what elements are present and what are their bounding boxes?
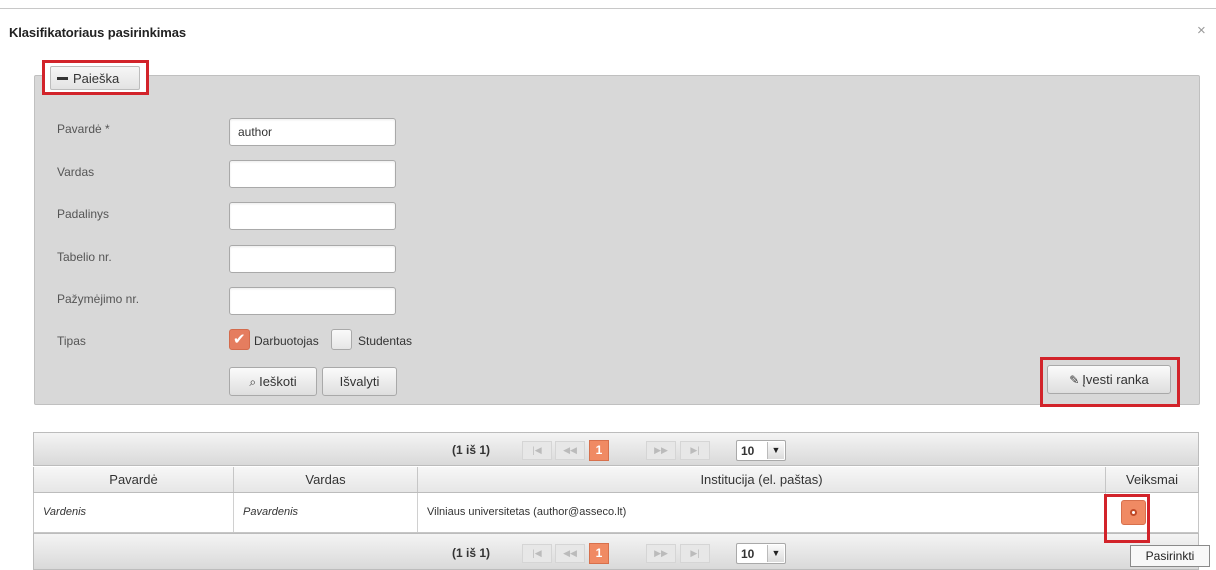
column-actions: Veiksmai — [1125, 472, 1179, 487]
chevron-down-icon: ▼ — [767, 545, 784, 562]
student-checkbox-label[interactable]: Studentas — [358, 334, 412, 348]
dialog-title: Klasifikatoriaus pasirinkimas — [9, 25, 187, 40]
rows-per-page-select-bottom[interactable]: 10 ▼ — [736, 543, 786, 564]
department-label: Padalinys — [57, 207, 110, 221]
search-legend-highlight: Paieška — [42, 60, 149, 95]
close-icon[interactable]: × — [1197, 23, 1206, 38]
rows-per-page-value-bottom: 10 — [741, 547, 755, 561]
rows-per-page-select[interactable]: 10 ▼ — [736, 440, 786, 461]
current-page-button-bottom[interactable]: 1 — [589, 543, 609, 564]
table-header: Pavardė Vardas Institucija (el. paštas) … — [33, 467, 1199, 493]
next-page-button[interactable]: ▶▶ — [646, 441, 676, 460]
pager-summary: (1 iš 1) — [452, 443, 491, 457]
pager-bottom: (1 iš 1) |◀ ◀◀ 1 ▶▶ ▶| 10 ▼ — [33, 533, 1199, 570]
first-page-button-bottom[interactable]: |◀ — [522, 544, 552, 563]
employee-number-input[interactable] — [229, 245, 396, 273]
manual-entry-button[interactable]: ✎ Įvesti ranka — [1047, 365, 1171, 394]
pencil-icon: ✎ — [1069, 373, 1080, 387]
first-page-button[interactable]: |◀ — [522, 441, 552, 460]
collapse-minus-icon — [57, 77, 68, 80]
column-name[interactable]: Vardas — [234, 467, 418, 492]
certificate-number-label: Pažymėjimo nr. — [57, 292, 140, 306]
results-table: (1 iš 1) |◀ ◀◀ 1 ▶▶ ▶| 10 ▼ Pavardė Vard… — [33, 432, 1199, 570]
rows-per-page-value: 10 — [741, 444, 755, 458]
prev-page-button-bottom[interactable]: ◀◀ — [555, 544, 585, 563]
employee-checkbox-label[interactable]: Darbuotojas — [254, 334, 319, 348]
dialog-title-bar: Klasifikatoriaus pasirinkimas × — [0, 9, 1216, 53]
search-collapse-toggle[interactable]: Paieška — [50, 66, 140, 90]
chevron-down-icon: ▼ — [767, 442, 784, 459]
search-panel — [34, 75, 1200, 405]
manual-entry-label: Įvesti ranka — [1082, 372, 1149, 387]
next-page-button-bottom[interactable]: ▶▶ — [646, 544, 676, 563]
column-institution[interactable]: Institucija (el. paštas) — [418, 467, 1106, 492]
student-checkbox[interactable] — [331, 329, 352, 350]
table-row[interactable]: Vardenis Pavardenis Vilniaus universitet… — [33, 493, 1199, 533]
cell-name: Pavardenis — [234, 493, 418, 532]
current-page-button[interactable]: 1 — [589, 440, 609, 461]
search-button[interactable]: ⌕ Ieškoti — [229, 367, 317, 396]
pager-summary-bottom: (1 iš 1) — [452, 546, 491, 560]
prev-page-button[interactable]: ◀◀ — [555, 441, 585, 460]
column-surname[interactable]: Pavardė — [34, 467, 234, 492]
last-page-button[interactable]: ▶| — [680, 441, 710, 460]
employee-checkbox[interactable]: ✔ — [229, 329, 250, 350]
pager-top: (1 iš 1) |◀ ◀◀ 1 ▶▶ ▶| 10 ▼ — [33, 432, 1199, 466]
name-label: Vardas — [57, 165, 95, 179]
cell-surname: Vardenis — [34, 493, 234, 532]
employee-number-label: Tabelio nr. — [57, 250, 112, 264]
name-input[interactable] — [229, 160, 396, 188]
search-button-label: Ieškoti — [259, 374, 297, 389]
search-legend-label: Paieška — [73, 71, 120, 86]
department-input[interactable] — [229, 202, 396, 230]
last-page-button-bottom[interactable]: ▶| — [680, 544, 710, 563]
cell-institution: Vilniaus universitetas (author@asseco.lt… — [418, 493, 1106, 532]
search-icon: ⌕ — [249, 375, 257, 389]
check-icon: ✔ — [233, 331, 246, 348]
surname-input[interactable] — [229, 118, 396, 146]
certificate-number-input[interactable] — [229, 287, 396, 315]
surname-label: Pavardė * — [57, 122, 110, 136]
select-button-highlight — [1104, 494, 1150, 543]
select-tooltip: Pasirinkti — [1130, 545, 1210, 567]
clear-button[interactable]: Išvalyti — [322, 367, 397, 396]
type-label: Tipas — [57, 334, 86, 348]
clear-button-label: Išvalyti — [339, 374, 380, 389]
